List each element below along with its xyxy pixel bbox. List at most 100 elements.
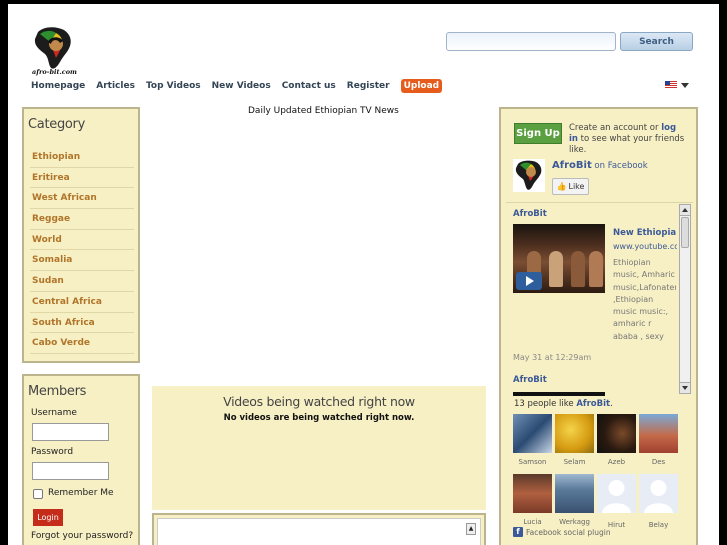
main-nav: Homepage Articles Top Videos New Videos …: [31, 79, 453, 93]
afrobit-logo[interactable]: afro-bit.com: [30, 26, 78, 76]
fan-item[interactable]: Azeb: [597, 414, 636, 466]
thumbs-up-icon: 👍: [556, 182, 567, 191]
remember-me-label: Remember Me: [48, 488, 114, 498]
fan-name: Des: [651, 458, 666, 466]
search-button[interactable]: Search: [620, 32, 693, 51]
fan-avatar: [639, 414, 678, 453]
feed-scrollbar[interactable]: [679, 204, 691, 394]
category-item-south-africa[interactable]: South Africa: [30, 313, 134, 334]
username-label: Username: [31, 408, 77, 418]
video-url[interactable]: www.youtube.co: [613, 242, 677, 251]
password-field[interactable]: [32, 462, 109, 480]
like-label: Like: [568, 182, 585, 191]
fan-avatar: [555, 414, 594, 453]
nav-new-videos[interactable]: New Videos: [212, 79, 271, 93]
search-input[interactable]: [446, 32, 616, 51]
fb-plugin-footer[interactable]: f Facebook social plugin: [513, 527, 611, 537]
nav-top-videos[interactable]: Top Videos: [146, 79, 201, 93]
category-item-sudan[interactable]: Sudan: [30, 271, 134, 292]
fan-name: Selam: [563, 458, 586, 466]
fan-item[interactable]: Lucia: [513, 474, 552, 526]
video-title[interactable]: New Ethiopia m: [613, 228, 677, 238]
category-item-west-african[interactable]: West African: [30, 188, 134, 210]
forgot-password-link[interactable]: Forgot your password?: [31, 531, 133, 541]
signup-button[interactable]: Sign Up: [514, 123, 562, 144]
scrollbar-thumb[interactable]: [681, 217, 689, 248]
nav-register[interactable]: Register: [347, 79, 390, 93]
fan-item[interactable]: Hirut: [597, 474, 636, 529]
signup-text-post: to see what your friends like.: [569, 134, 685, 155]
fb-on-facebook[interactable]: on Facebook: [592, 161, 647, 171]
page: afro-bit.com Search Homepage Articles To…: [8, 4, 719, 545]
category-item-somalia[interactable]: Somalia: [30, 250, 134, 272]
fan-avatar: [555, 474, 594, 513]
fan-avatar: [513, 414, 552, 453]
fan-avatar: [597, 414, 636, 453]
nav-articles[interactable]: Articles: [96, 79, 135, 93]
scroll-up-icon[interactable]: ▲: [466, 523, 476, 535]
fan-name: Belay: [648, 521, 669, 529]
fan-item[interactable]: Des: [639, 414, 678, 466]
fan-name: Azeb: [607, 458, 626, 466]
likes-count: 13 people like AfroBit.: [514, 399, 613, 409]
fan-name: Lucia: [523, 518, 542, 526]
feed-timestamp[interactable]: May 31 at 12:29am: [513, 353, 591, 362]
category-item-central-africa[interactable]: Central Africa: [30, 292, 134, 313]
video-thumbnail[interactable]: [513, 392, 605, 396]
fb-page-name: AfroBit on Facebook: [552, 160, 648, 171]
remember-me-checkbox[interactable]: [33, 489, 43, 499]
likes-count-post: .: [610, 399, 613, 409]
login-button[interactable]: Login: [33, 509, 63, 526]
default-avatar-icon: [597, 474, 636, 513]
watching-now-panel: Videos being watched right now No videos…: [152, 386, 486, 510]
fb-page-link[interactable]: AfroBit: [552, 160, 592, 171]
chevron-down-icon: [681, 82, 689, 88]
watching-now-title: Videos being watched right now: [223, 394, 415, 409]
fan-name: Werkagg: [559, 518, 590, 526]
category-panel: Category Ethiopian Eritirea West African…: [22, 107, 140, 363]
scroll-down-icon[interactable]: [680, 382, 690, 393]
signup-text-pre: Create an account or: [569, 123, 662, 133]
likes-count-pre: 13 people like: [514, 399, 577, 409]
lower-panel: ▲: [152, 513, 486, 545]
likes-page-link[interactable]: AfroBit: [576, 399, 610, 409]
logo-text: afro-bit.com: [32, 68, 77, 76]
category-title: Category: [28, 117, 85, 132]
members-title: Members: [28, 384, 87, 399]
lower-panel-content: ▲: [157, 518, 481, 545]
page-title: Daily Updated Ethiopian TV News: [248, 106, 399, 116]
nav-upload-button[interactable]: Upload: [400, 79, 443, 93]
fb-feed: AfroBit New Ethiopia m www.youtube.co Et…: [506, 203, 693, 396]
like-button[interactable]: 👍 Like: [552, 178, 589, 195]
video-description: Ethiopian music, Amharic music,Lafonaten…: [613, 258, 676, 341]
fan-item[interactable]: Selam: [555, 414, 594, 466]
nav-homepage[interactable]: Homepage: [31, 79, 85, 93]
category-item-cabo-verde[interactable]: Cabo Verde: [30, 333, 134, 354]
category-item-eritirea[interactable]: Eritirea: [30, 168, 134, 189]
fan-name: Samson: [518, 458, 547, 466]
feed-author[interactable]: AfroBit: [513, 209, 547, 219]
members-panel: Members Username Password Remember Me Lo…: [22, 374, 140, 545]
fb-plugin-label: Facebook social plugin: [526, 527, 611, 537]
fan-item[interactable]: Belay: [639, 474, 678, 529]
default-avatar-icon: [639, 474, 678, 513]
fan-item[interactable]: Werkagg: [555, 474, 594, 526]
facebook-icon: f: [513, 527, 523, 537]
language-selector[interactable]: [665, 81, 689, 89]
password-label: Password: [31, 447, 74, 457]
watching-now-empty: No videos are being watched right now.: [223, 413, 415, 423]
nav-contact-us[interactable]: Contact us: [282, 79, 336, 93]
category-item-reggae[interactable]: Reggae: [30, 209, 134, 230]
video-thumbnail[interactable]: [513, 224, 605, 293]
fan-item[interactable]: Samson: [513, 414, 552, 466]
category-item-world[interactable]: World: [30, 230, 134, 251]
category-item-ethiopian[interactable]: Ethiopian: [30, 147, 134, 168]
signup-text: Create an account or log in to see what …: [569, 123, 687, 156]
category-list: Ethiopian Eritirea West African Reggae W…: [30, 147, 134, 354]
afrobit-avatar[interactable]: [513, 159, 545, 192]
feed-author[interactable]: AfroBit: [513, 375, 547, 385]
username-field[interactable]: [32, 423, 109, 441]
scroll-up-icon[interactable]: [680, 205, 690, 216]
play-icon[interactable]: [516, 272, 542, 290]
facebook-panel: Sign Up Create an account or log in to s…: [499, 107, 698, 545]
